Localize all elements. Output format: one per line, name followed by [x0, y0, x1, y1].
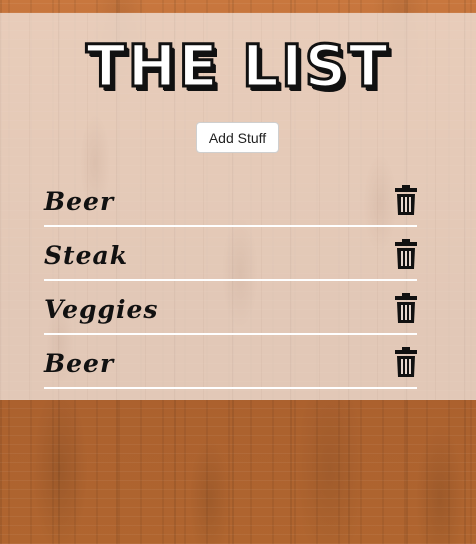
- item-label: Beer: [44, 349, 115, 378]
- item-label: Beer: [44, 187, 115, 216]
- list-item: Veggies: [44, 281, 417, 335]
- list-panel: THE LIST Add Stuff Beer Steak Veggies Be…: [0, 13, 476, 400]
- item-list: Beer Steak Veggies Beer: [44, 173, 417, 389]
- list-item: Beer: [44, 173, 417, 227]
- trash-icon[interactable]: [395, 293, 417, 323]
- list-item: Beer: [44, 335, 417, 389]
- add-stuff-button[interactable]: Add Stuff: [196, 122, 279, 153]
- trash-icon[interactable]: [395, 239, 417, 269]
- item-label: Veggies: [44, 295, 159, 324]
- page-title: THE LIST: [85, 31, 390, 102]
- trash-icon[interactable]: [395, 185, 417, 215]
- item-label: Steak: [44, 241, 129, 270]
- list-item: Steak: [44, 227, 417, 281]
- trash-icon[interactable]: [395, 347, 417, 377]
